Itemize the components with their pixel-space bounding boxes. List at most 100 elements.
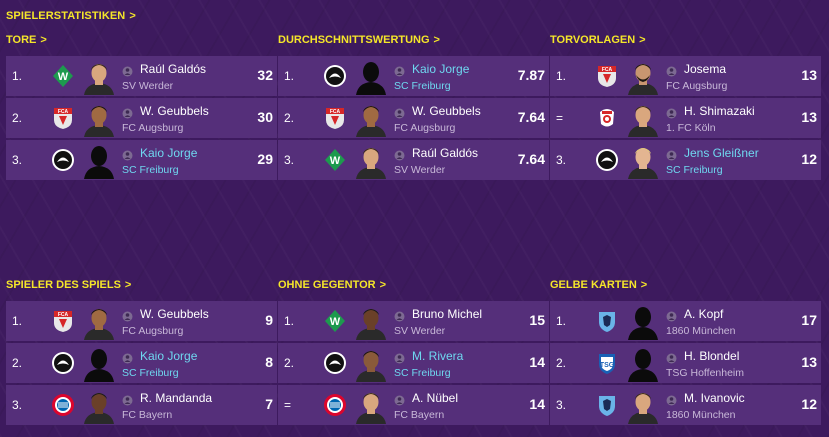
club-name-link[interactable]: SC Freiburg [394, 367, 451, 379]
club-name-link[interactable]: SC Freiburg [122, 367, 179, 379]
club-crest-icon[interactable] [595, 148, 619, 172]
player-row[interactable]: 3. M. Ivanovic 1860 München 12 [550, 385, 821, 425]
player-portrait[interactable] [626, 388, 660, 424]
player-name-link[interactable]: W. Geubbels [140, 104, 209, 118]
player-portrait[interactable] [626, 346, 660, 382]
club-crest-icon[interactable] [51, 351, 75, 375]
player-name-link[interactable]: A. Kopf [684, 307, 723, 321]
player-name-link[interactable]: H. Shimazaki [684, 104, 755, 118]
club-crest-icon[interactable] [595, 106, 619, 130]
player-name-link[interactable]: W. Geubbels [412, 104, 481, 118]
chevron-right-icon: > [379, 279, 387, 291]
player-portrait[interactable] [626, 59, 660, 95]
stat-value: 7.87 [517, 67, 545, 83]
player-portrait[interactable] [354, 101, 388, 137]
section-title-2[interactable]: TORVORLAGEN > [550, 34, 646, 46]
player-name-link[interactable]: R. Mandanda [140, 391, 212, 405]
stats-header[interactable]: SPIELERSTATISTIKEN > [6, 10, 136, 22]
player-portrait[interactable] [626, 101, 660, 137]
player-name-link[interactable]: M. Ivanovic [684, 391, 745, 405]
player-row[interactable]: 3. R. Mandanda FC Bayern 7 [6, 385, 277, 425]
club-crest-icon[interactable] [323, 64, 347, 88]
player-portrait[interactable] [354, 388, 388, 424]
player-name-link[interactable]: M. Rivera [412, 349, 463, 363]
player-row[interactable]: 1. W Raúl Galdós SV Werder 32 [6, 56, 277, 96]
player-name-link[interactable]: Kaio Jorge [140, 146, 197, 160]
player-name-link[interactable]: A. Nübel [412, 391, 458, 405]
player-row[interactable]: 1. FCA W. Geubbels FC Augsburg 9 [6, 301, 277, 341]
player-row[interactable]: 1. W Bruno Michel SV Werder 15 [278, 301, 549, 341]
player-portrait[interactable] [82, 101, 116, 137]
player-portrait[interactable] [626, 143, 660, 179]
club-name-link[interactable]: SC Freiburg [122, 164, 179, 176]
club-crest-icon[interactable] [323, 393, 347, 417]
stat-value: 14 [529, 354, 545, 370]
club-name-link[interactable]: SV Werder [394, 164, 445, 176]
player-name-link[interactable]: Raúl Galdós [412, 146, 478, 160]
club-crest-icon[interactable]: W [323, 309, 347, 333]
club-crest-icon[interactable]: W [51, 64, 75, 88]
club-name-link[interactable]: 1860 München [666, 325, 735, 337]
player-row[interactable]: 3. Jens Gleißner SC Freiburg 12 [550, 140, 821, 180]
club-name-link[interactable]: 1. FC Köln [666, 122, 716, 134]
club-crest-icon[interactable]: FCA [323, 106, 347, 130]
player-portrait[interactable] [354, 346, 388, 382]
player-row[interactable]: 2. FCA W. Geubbels FC Augsburg 30 [6, 98, 277, 138]
club-name-link[interactable]: FC Augsburg [122, 325, 183, 337]
player-portrait[interactable] [354, 143, 388, 179]
player-portrait[interactable] [82, 304, 116, 340]
club-name-link[interactable]: SV Werder [122, 80, 173, 92]
club-crest-icon[interactable] [51, 148, 75, 172]
club-crest-icon[interactable]: FCA [595, 64, 619, 88]
club-crest-icon[interactable]: FCA [51, 309, 75, 333]
player-name-link[interactable]: W. Geubbels [140, 307, 209, 321]
player-name-link[interactable]: Kaio Jorge [412, 62, 469, 76]
player-portrait[interactable] [82, 346, 116, 382]
club-name-link[interactable]: FC Bayern [394, 409, 444, 421]
player-portrait[interactable] [82, 388, 116, 424]
club-crest-icon[interactable]: TSG [595, 351, 619, 375]
club-name-link[interactable]: SC Freiburg [394, 80, 451, 92]
player-portrait[interactable] [354, 59, 388, 95]
club-name-link[interactable]: TSG Hoffenheim [666, 367, 744, 379]
section-title-3[interactable]: SPIELER DES SPIELS > [6, 279, 131, 291]
player-name-link[interactable]: Josema [684, 62, 726, 76]
player-name-link[interactable]: H. Blondel [684, 349, 739, 363]
player-row[interactable]: 2. FCA W. Geubbels FC Augsburg 7.64 [278, 98, 549, 138]
club-name-link[interactable]: 1860 München [666, 409, 735, 421]
player-row[interactable]: 2. Kaio Jorge SC Freiburg 8 [6, 343, 277, 383]
club-crest-icon[interactable]: W [323, 148, 347, 172]
player-row[interactable]: 2. TSG H. Blondel TSG Hoffenheim 13 [550, 343, 821, 383]
club-name-link[interactable]: SV Werder [394, 325, 445, 337]
player-row[interactable]: 1. FCA Josema FC Augsburg 13 [550, 56, 821, 96]
player-row[interactable]: 2. M. Rivera SC Freiburg 14 [278, 343, 549, 383]
club-crest-icon[interactable] [595, 309, 619, 333]
club-name-link[interactable]: FC Augsburg [394, 122, 455, 134]
club-crest-icon[interactable] [323, 351, 347, 375]
player-name-link[interactable]: Raúl Galdós [140, 62, 206, 76]
player-portrait[interactable] [82, 143, 116, 179]
section-title-5[interactable]: GELBE KARTEN > [550, 279, 647, 291]
player-portrait[interactable] [82, 59, 116, 95]
player-row[interactable]: 3. Kaio Jorge SC Freiburg 29 [6, 140, 277, 180]
club-name-link[interactable]: FC Bayern [122, 409, 172, 421]
section-title-1[interactable]: DURCHSCHNITTSWERTUNG > [278, 34, 440, 46]
club-name-link[interactable]: SC Freiburg [666, 164, 723, 176]
club-crest-icon[interactable]: FCA [51, 106, 75, 130]
player-name-link[interactable]: Jens Gleißner [684, 146, 759, 160]
player-row[interactable]: = H. Shimazaki 1. FC Köln 13 [550, 98, 821, 138]
player-portrait[interactable] [626, 304, 660, 340]
section-title-0[interactable]: TORE > [6, 34, 47, 46]
player-row[interactable]: = A. Nübel FC Bayern 14 [278, 385, 549, 425]
club-name-link[interactable]: FC Augsburg [122, 122, 183, 134]
section-title-4[interactable]: OHNE GEGENTOR > [278, 279, 386, 291]
player-row[interactable]: 1. A. Kopf 1860 München 17 [550, 301, 821, 341]
player-row[interactable]: 1. Kaio Jorge SC Freiburg 7.87 [278, 56, 549, 96]
player-name-link[interactable]: Bruno Michel [412, 307, 482, 321]
club-crest-icon[interactable] [51, 393, 75, 417]
club-name-link[interactable]: FC Augsburg [666, 80, 727, 92]
player-portrait[interactable] [354, 304, 388, 340]
player-name-link[interactable]: Kaio Jorge [140, 349, 197, 363]
club-crest-icon[interactable] [595, 393, 619, 417]
player-row[interactable]: 3. W Raúl Galdós SV Werder 7.64 [278, 140, 549, 180]
